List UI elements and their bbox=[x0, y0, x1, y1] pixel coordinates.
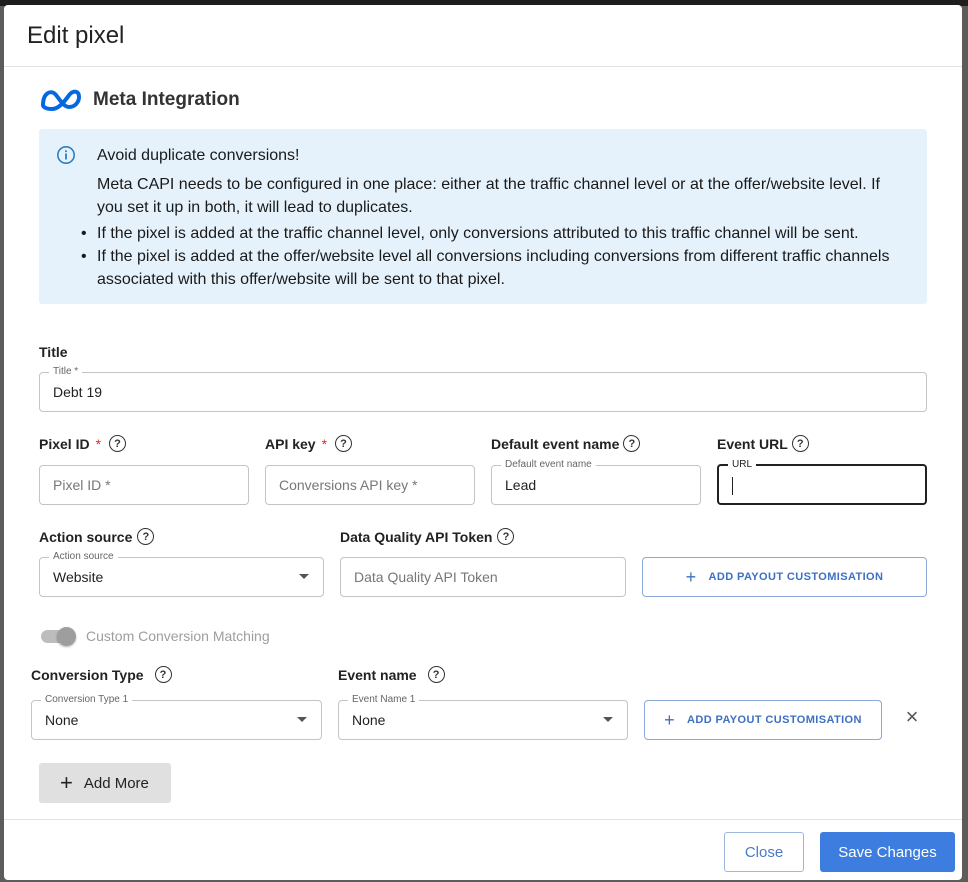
title-value: Debt 19 bbox=[53, 384, 103, 400]
event-name-select[interactable]: Event Name 1 None bbox=[338, 694, 628, 740]
custom-conversion-matching-label: Custom Conversion Matching bbox=[86, 628, 270, 644]
api-key-label: API key * ? bbox=[265, 435, 353, 452]
alert-title: Avoid duplicate conversions! bbox=[97, 147, 300, 164]
integration-header: Meta Integration bbox=[39, 85, 240, 115]
title-field[interactable]: Title * Debt 19 bbox=[39, 366, 927, 412]
help-icon[interactable]: ? bbox=[109, 435, 127, 452]
event-url-floating-label: URL bbox=[728, 459, 757, 471]
event-name-value: None bbox=[352, 712, 386, 728]
help-icon[interactable]: ? bbox=[791, 435, 809, 452]
event-name-label: Event name ? bbox=[338, 666, 445, 683]
add-payout-label: ADD PAYOUT CUSTOMISATION bbox=[687, 714, 862, 726]
add-payout-label: ADD PAYOUT CUSTOMISATION bbox=[708, 571, 884, 583]
duplicate-conversions-alert: Avoid duplicate conversions! Meta CAPI n… bbox=[39, 129, 927, 304]
plus-icon: + bbox=[60, 770, 73, 795]
help-icon[interactable]: ? bbox=[137, 528, 155, 545]
data-quality-token-input[interactable]: Data Quality API Token bbox=[340, 557, 626, 597]
dropdown-arrow-icon bbox=[297, 717, 307, 722]
dialog-title: Edit pixel bbox=[27, 22, 125, 49]
api-key-placeholder: Conversions API key * bbox=[279, 477, 418, 493]
title-section-label: Title bbox=[39, 344, 68, 360]
action-source-value: Website bbox=[53, 569, 104, 585]
alert-bullets: If the pixel is added at the traffic cha… bbox=[81, 222, 907, 291]
required-mark: * bbox=[321, 435, 328, 452]
meta-logo-icon bbox=[41, 89, 81, 111]
conversion-type-select[interactable]: Conversion Type 1 None bbox=[31, 694, 322, 740]
default-event-input[interactable]: Default event name Lead bbox=[491, 459, 701, 505]
add-more-label: Add More bbox=[83, 774, 149, 792]
help-icon[interactable]: ? bbox=[497, 528, 515, 545]
required-mark: * bbox=[95, 435, 102, 452]
dialog-header: Edit pixel bbox=[4, 5, 962, 67]
edit-pixel-dialog: Edit pixel Meta Integration Avoid duplic… bbox=[4, 5, 962, 880]
help-icon[interactable]: ? bbox=[623, 435, 641, 452]
event-url-label: Event URL ? bbox=[717, 435, 809, 452]
event-url-input[interactable]: URL bbox=[717, 459, 927, 505]
data-quality-placeholder: Data Quality API Token bbox=[354, 569, 498, 585]
custom-conversion-matching-toggle[interactable] bbox=[39, 627, 77, 646]
alert-body: Meta CAPI needs to be configured in one … bbox=[97, 176, 880, 216]
text-cursor bbox=[732, 477, 733, 495]
save-changes-button[interactable]: Save Changes bbox=[820, 832, 955, 872]
info-icon bbox=[57, 146, 75, 164]
data-quality-label: Data Quality API Token ? bbox=[340, 528, 515, 545]
alert-bullet: If the pixel is added at the offer/websi… bbox=[81, 245, 907, 291]
help-icon[interactable]: ? bbox=[154, 666, 172, 683]
action-source-select[interactable]: Action source Website bbox=[39, 551, 324, 597]
help-icon[interactable]: ? bbox=[427, 666, 445, 683]
dialog-footer: Close Save Changes bbox=[4, 819, 962, 880]
help-icon[interactable]: ? bbox=[335, 435, 353, 452]
pixel-id-placeholder: Pixel ID * bbox=[53, 477, 111, 493]
pixel-id-label: Pixel ID * ? bbox=[39, 435, 127, 452]
add-payout-customisation-button-2[interactable]: + ADD PAYOUT CUSTOMISATION bbox=[644, 700, 882, 740]
default-event-label: Default event name ? bbox=[491, 435, 641, 452]
conversion-type-label: Conversion Type ? bbox=[31, 666, 172, 683]
integration-title: Meta Integration bbox=[93, 89, 240, 110]
conversion-type-value: None bbox=[45, 712, 79, 728]
default-event-value: Lead bbox=[505, 477, 537, 493]
close-button[interactable]: Close bbox=[724, 832, 804, 872]
add-payout-customisation-button[interactable]: + ADD PAYOUT CUSTOMISATION bbox=[642, 557, 927, 597]
action-source-label: Action source ? bbox=[39, 528, 155, 545]
remove-row-close-icon[interactable]: × bbox=[902, 706, 922, 728]
alert-bullet: If the pixel is added at the traffic cha… bbox=[81, 222, 907, 245]
pixel-id-input[interactable]: Pixel ID * bbox=[39, 465, 249, 505]
api-key-input[interactable]: Conversions API key * bbox=[265, 465, 475, 505]
plus-icon: + bbox=[664, 709, 676, 730]
add-more-button[interactable]: + Add More bbox=[39, 763, 171, 803]
toggle-thumb bbox=[57, 627, 76, 646]
dropdown-arrow-icon bbox=[299, 574, 309, 579]
plus-icon: + bbox=[685, 566, 697, 587]
dropdown-arrow-icon bbox=[603, 717, 613, 722]
